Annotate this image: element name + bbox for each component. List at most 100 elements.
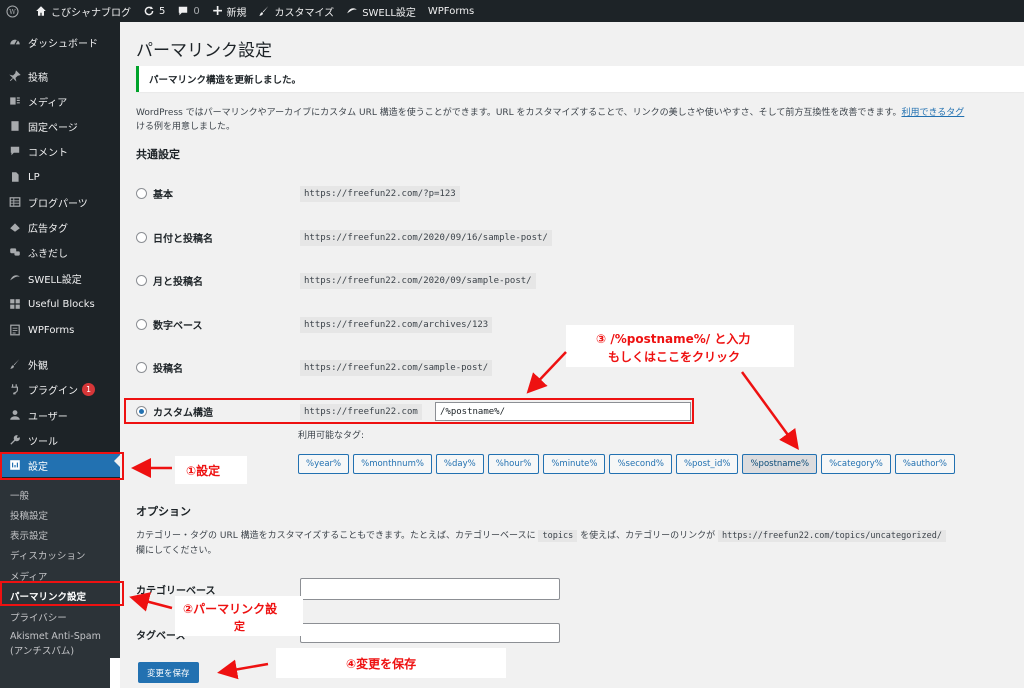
table-icon xyxy=(8,195,22,209)
updates-count: 5 xyxy=(159,5,166,17)
plugin-icon xyxy=(8,382,22,396)
example-day-name: https://freefun22.com/2020/09/16/sample-… xyxy=(300,230,552,246)
comments-button[interactable]: 0 xyxy=(171,0,205,22)
site-name: こびシャナブログ xyxy=(51,7,131,19)
site-name-button[interactable]: こびシャナブログ xyxy=(29,0,137,22)
tag-button-monthnum[interactable]: %monthnum% xyxy=(353,454,432,474)
example-month-name: https://freefun22.com/2020/09/sample-pos… xyxy=(300,273,536,289)
admin-bar: W こびシャナブログ 5 0 + 新規 カスタマイズ SWELL設定 WPFor… xyxy=(0,0,1024,22)
option-month-name[interactable]: 月と投稿名 xyxy=(136,273,203,288)
wrench-icon xyxy=(8,433,22,447)
tag-button-author[interactable]: %author% xyxy=(894,454,955,474)
option-post-name[interactable]: 投稿名 xyxy=(136,360,183,375)
submenu-reading[interactable]: 表示設定 xyxy=(10,528,48,542)
comments-count: 0 xyxy=(193,5,200,17)
radio-custom[interactable] xyxy=(136,406,147,417)
updates-button[interactable]: 5 xyxy=(137,0,171,22)
swell-settings-button[interactable]: SWELL設定 xyxy=(340,0,422,22)
option-custom[interactable]: カスタム構造 xyxy=(136,404,213,419)
sidebar-item-swell-settings[interactable]: SWELL設定 xyxy=(0,266,120,290)
wpforms-label: WPForms xyxy=(427,5,475,17)
submenu-general[interactable]: 一般 xyxy=(10,488,29,502)
sidebar-item-dashboard[interactable]: ダッシュボード xyxy=(0,30,120,54)
brush-icon xyxy=(259,6,269,16)
example-plain: https://freefun22.com/?p=123 xyxy=(300,186,460,202)
option-plain[interactable]: 基本 xyxy=(136,186,173,201)
submenu-media[interactable]: メディア xyxy=(10,569,47,583)
custom-prefix: https://freefun22.com xyxy=(300,404,422,420)
save-changes-button[interactable]: 変更を保存 xyxy=(138,662,199,683)
tag-button-postname[interactable]: %postname% xyxy=(742,454,818,474)
custom-structure-input[interactable]: /%postname%/ xyxy=(435,402,691,421)
sidebar-item-speech-bubbles[interactable]: ふきだし xyxy=(0,240,120,264)
sidebar-item-users[interactable]: ユーザー xyxy=(0,403,120,427)
wordpress-icon: W xyxy=(6,4,19,18)
radio-day-name[interactable] xyxy=(136,232,147,243)
annotation-step1: ①設定 xyxy=(186,464,221,478)
submenu-writing[interactable]: 投稿設定 xyxy=(10,508,48,522)
tag-button-minute[interactable]: %minute% xyxy=(543,454,606,474)
sidebar-item-blog-parts[interactable]: ブログパーツ xyxy=(0,190,120,214)
sidebar-item-appearance[interactable]: 外観 xyxy=(0,352,120,376)
example-numeric: https://freefun22.com/archives/123 xyxy=(300,317,493,333)
customize-button[interactable]: カスタマイズ xyxy=(252,0,340,22)
new-content-button[interactable]: + 新規 xyxy=(206,0,253,22)
sidebar-item-plugins[interactable]: プラグイン 1 xyxy=(0,377,120,401)
comment-icon xyxy=(8,144,22,158)
page-title: パーマリンク設定 xyxy=(136,41,272,61)
submenu-permalinks[interactable]: パーマリンク設定 xyxy=(10,589,86,603)
notice-text: パーマリンク構造を更新しました。 xyxy=(149,75,302,86)
submenu-privacy[interactable]: プライバシー xyxy=(10,610,67,624)
sidebar-item-lp[interactable]: LP xyxy=(0,165,120,189)
category-base-input[interactable] xyxy=(300,578,560,600)
annotation-step2-line2: 定 xyxy=(234,620,245,633)
radio-post-name[interactable] xyxy=(136,362,147,373)
options-description: カテゴリー・タグの URL 構造をカスタマイズすることもできます。たとえば、カテ… xyxy=(136,529,1024,559)
new-label: 新規 xyxy=(226,7,247,19)
option-numeric[interactable]: 数字ベース xyxy=(136,317,203,332)
sidebar-item-comments[interactable]: コメント xyxy=(0,139,120,163)
lp-icon xyxy=(8,170,22,184)
sidebar-item-useful-blocks[interactable]: Useful Blocks xyxy=(0,292,120,316)
submenu-discussion[interactable]: ディスカッション xyxy=(10,548,85,562)
radio-plain[interactable] xyxy=(136,188,147,199)
sidebar-gap xyxy=(110,658,120,688)
permalink-description: WordPress ではパーマリンクやアーカイブにカスタム URL 構造を使うこ… xyxy=(136,108,965,132)
submenu-akismet[interactable]: Akismet Anti-Spam xyxy=(10,631,101,642)
available-tags-link[interactable]: 利用できるタグ xyxy=(901,108,964,118)
ad-icon xyxy=(8,220,22,234)
example-kbd-url: https://freefun22.com/topics/uncategoriz… xyxy=(717,530,947,542)
sidebar-item-posts[interactable]: 投稿 xyxy=(0,64,120,88)
option-day-name[interactable]: 日付と投稿名 xyxy=(136,230,213,245)
plugin-update-badge: 1 xyxy=(82,382,95,396)
tag-button-year[interactable]: %year% xyxy=(298,454,350,474)
tag-base-input[interactable] xyxy=(300,623,560,643)
sidebar-item-tools[interactable]: ツール xyxy=(0,428,120,452)
swell-icon xyxy=(8,271,22,285)
tag-button-hour[interactable]: %hour% xyxy=(487,454,540,474)
example-kbd-topics: topics xyxy=(538,530,578,542)
blocks-icon xyxy=(8,297,22,311)
sidebar-item-settings[interactable]: 設定 xyxy=(0,453,120,477)
available-tags-label: 利用可能なタグ: xyxy=(298,431,365,441)
swell-icon xyxy=(347,8,357,14)
options-heading: オプション xyxy=(136,505,191,518)
sidebar-item-media[interactable]: メディア xyxy=(0,89,120,113)
page-icon xyxy=(8,119,22,133)
plus-icon: + xyxy=(211,3,224,19)
tag-button-post-id[interactable]: %post_id% xyxy=(675,454,739,474)
example-post-name: https://freefun22.com/sample-post/ xyxy=(300,360,493,376)
wpforms-button[interactable]: WPForms xyxy=(422,0,480,22)
sidebar-item-wpforms[interactable]: WPForms xyxy=(0,318,120,342)
radio-month-name[interactable] xyxy=(136,275,147,286)
annotation-step3-line2: もしくはここをクリック xyxy=(608,350,741,364)
swell-label: SWELL設定 xyxy=(362,7,416,19)
wp-logo-button[interactable]: W xyxy=(0,0,29,22)
sidebar-item-ad-tags[interactable]: 広告タグ xyxy=(0,215,120,239)
radio-numeric[interactable] xyxy=(136,319,147,330)
sidebar-item-pages[interactable]: 固定ページ xyxy=(0,114,120,138)
submenu-akismet-sub[interactable]: (アンチスパム) xyxy=(10,643,74,657)
tag-button-day[interactable]: %day% xyxy=(435,454,484,474)
tag-button-category[interactable]: %category% xyxy=(821,454,891,474)
tag-button-second[interactable]: %second% xyxy=(609,454,672,474)
